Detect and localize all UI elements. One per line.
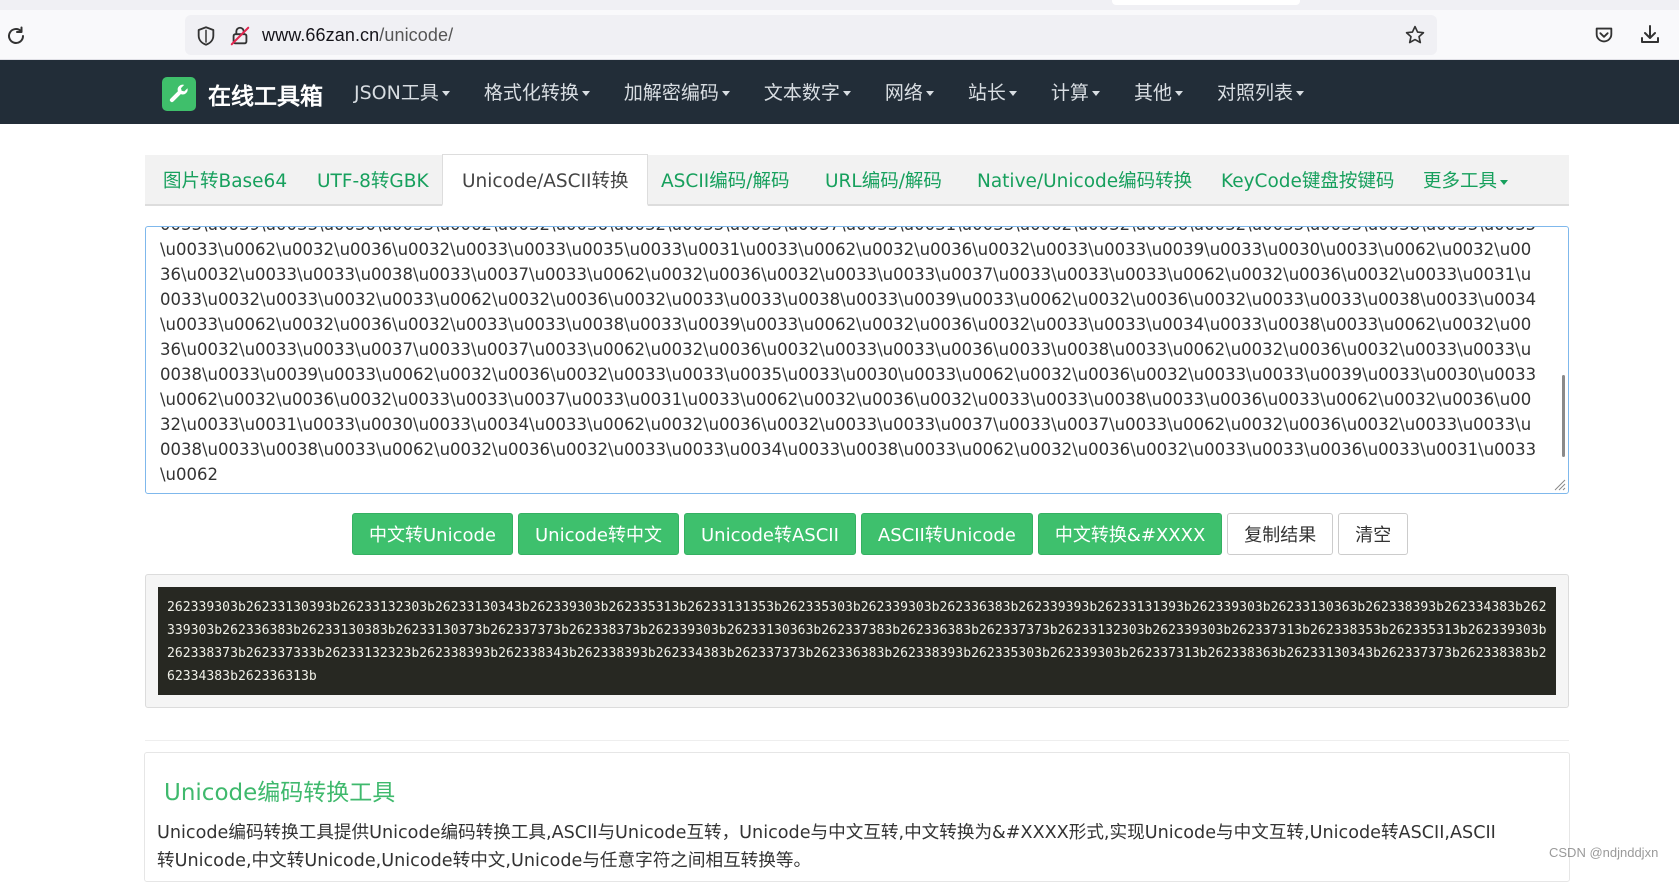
site-navbar: 在线工具箱 JSON工具 格式化转换 加解密编码 文本数字 网络 站长 计算 其… xyxy=(0,60,1679,124)
tab-ascii-encode[interactable]: ASCII编码/解码 xyxy=(661,167,789,193)
brand-name: 在线工具箱 xyxy=(208,84,323,110)
clear-button[interactable]: 清空 xyxy=(1338,513,1409,555)
browser-toolbar: www.66zan.cn/unicode/ xyxy=(0,10,1679,60)
ascii-to-unicode-button[interactable]: ASCII转Unicode xyxy=(860,513,1033,555)
caret-down-icon xyxy=(1295,91,1304,96)
reload-icon[interactable] xyxy=(4,24,28,48)
result-output[interactable]: 262339303b26233130393b26233132303b262331… xyxy=(158,587,1556,695)
divider xyxy=(145,712,1569,741)
shield-icon[interactable] xyxy=(195,25,217,47)
tab-unicode-ascii[interactable]: Unicode/ASCII转换 xyxy=(442,154,649,206)
nav-webmaster[interactable]: 站长 xyxy=(968,78,1017,105)
pocket-icon[interactable] xyxy=(1593,24,1615,46)
caret-down-icon xyxy=(925,91,934,96)
chinese-to-entity-button[interactable]: 中文转换&#XXXX xyxy=(1037,513,1223,555)
download-icon[interactable] xyxy=(1638,23,1662,47)
caret-down-icon xyxy=(721,91,730,96)
caret-down-icon xyxy=(1500,179,1509,185)
info-description: Unicode编码转换工具提供Unicode编码转换工具,ASCII与Unico… xyxy=(157,823,1496,871)
caret-down-icon xyxy=(1174,91,1183,96)
unicode-input-textarea[interactable]: 0033\u0039\u0033\u0030\u0033\u0062\u0032… xyxy=(145,226,1569,494)
nav-calculate[interactable]: 计算 xyxy=(1051,78,1100,105)
info-title: Unicode编码转换工具 xyxy=(164,780,396,806)
nav-network[interactable]: 网络 xyxy=(885,78,934,105)
main-nav: JSON工具 格式化转换 加解密编码 文本数字 网络 站长 计算 其他 对照列表 xyxy=(354,78,1338,105)
tab-url-encode[interactable]: URL编码/解码 xyxy=(825,167,942,193)
url-path: /unicode/ xyxy=(379,25,454,45)
browser-tab-strip xyxy=(0,0,1679,10)
action-buttons: 中文转Unicode Unicode转中文 Unicode转ASCII ASCI… xyxy=(352,513,1413,555)
nav-other[interactable]: 其他 xyxy=(1134,78,1183,105)
bookmark-star-icon[interactable] xyxy=(1404,24,1426,46)
tab-image-base64[interactable]: 图片转Base64 xyxy=(163,167,287,193)
input-text[interactable]: 0033\u0039\u0033\u0030\u0033\u0062\u0032… xyxy=(160,227,1540,487)
insecure-lock-icon[interactable] xyxy=(229,25,251,47)
tab-more-tools[interactable]: 更多工具 xyxy=(1423,167,1509,193)
caret-down-icon xyxy=(581,91,590,96)
wrench-icon xyxy=(162,77,196,111)
result-panel: 262339303b26233130393b26233132303b262331… xyxy=(145,574,1569,708)
site-brand[interactable]: 在线工具箱 xyxy=(162,77,323,111)
tab-utf8-gbk[interactable]: UTF-8转GBK xyxy=(317,167,429,193)
url-text[interactable]: www.66zan.cn/unicode/ xyxy=(262,25,453,46)
nav-reference-lists[interactable]: 对照列表 xyxy=(1217,78,1304,105)
nav-encrypt-encode[interactable]: 加解密编码 xyxy=(624,78,730,105)
caret-down-icon xyxy=(1008,91,1017,96)
copy-result-button[interactable]: 复制结果 xyxy=(1227,513,1334,555)
caret-down-icon xyxy=(1091,91,1100,96)
browser-active-tab[interactable] xyxy=(1112,0,1300,5)
address-bar[interactable]: www.66zan.cn/unicode/ xyxy=(185,15,1437,55)
chinese-to-unicode-button[interactable]: 中文转Unicode xyxy=(352,513,513,555)
nav-text-numbers[interactable]: 文本数字 xyxy=(764,78,851,105)
tool-tabs: 图片转Base64 UTF-8转GBK Unicode/ASCII转换 ASCI… xyxy=(145,154,1569,206)
textarea-scrollbar[interactable] xyxy=(1562,375,1565,457)
unicode-to-chinese-button[interactable]: Unicode转中文 xyxy=(518,513,679,555)
tool-description-panel: Unicode编码转换工具 Unicode编码转换工具提供Unicode编码转换… xyxy=(144,752,1570,882)
caret-down-icon xyxy=(842,91,851,96)
tab-native-unicode[interactable]: Native/Unicode编码转换 xyxy=(977,167,1192,193)
nav-json-tools[interactable]: JSON工具 xyxy=(354,78,450,105)
unicode-to-ascii-button[interactable]: Unicode转ASCII xyxy=(684,513,856,555)
nav-format-convert[interactable]: 格式化转换 xyxy=(484,78,590,105)
watermark: CSDN @ndjnddjxn xyxy=(1549,845,1659,860)
caret-down-icon xyxy=(441,91,450,96)
url-host: www.66zan.cn xyxy=(262,25,380,45)
tab-keycode[interactable]: KeyCode键盘按键码 xyxy=(1221,167,1394,193)
resize-grip-icon[interactable] xyxy=(1552,477,1566,491)
